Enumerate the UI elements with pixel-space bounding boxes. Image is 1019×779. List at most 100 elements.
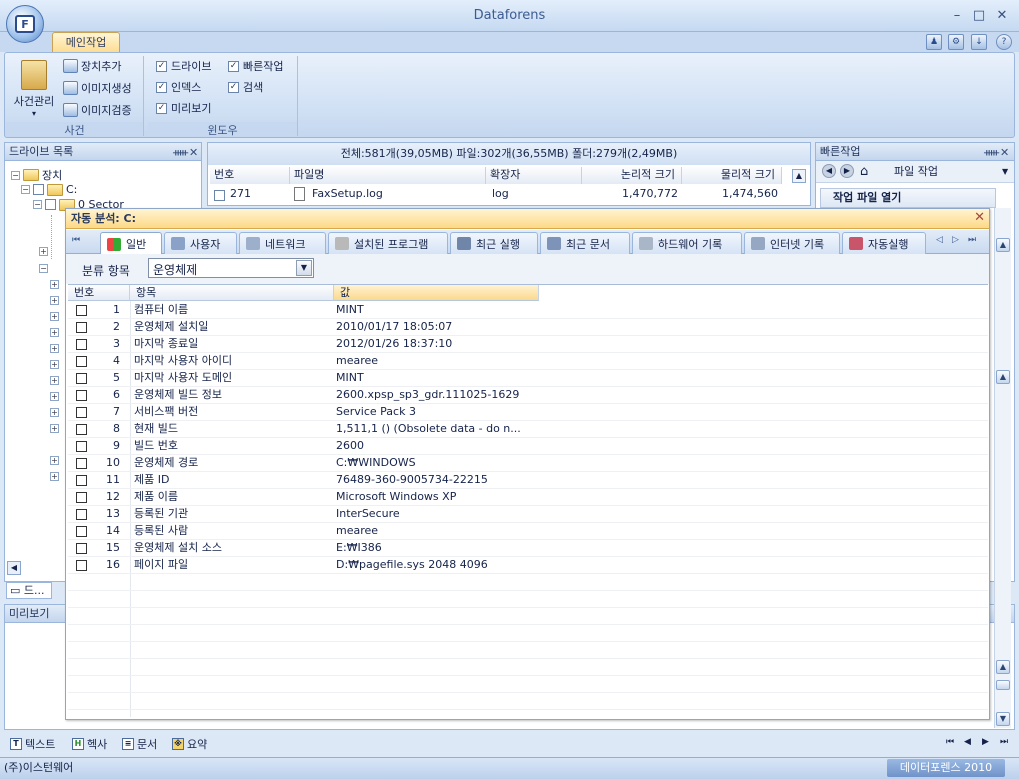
grid-row[interactable]: 12 제품 이름 Microsoft Windows XP xyxy=(68,489,988,506)
grid-row[interactable]: 8 현재 빌드 1,511,1 () (Obsolete data - do n..… xyxy=(68,421,988,438)
grid-row[interactable]: 7 서비스팩 버전 Service Pack 3 xyxy=(68,404,988,421)
row-checkbox[interactable] xyxy=(76,458,87,469)
dialog-close-icon[interactable]: ✕ xyxy=(974,210,985,225)
tree-node-device[interactable]: − 장치 xyxy=(11,167,62,183)
grid-row[interactable]: 6 운영체제 빌드 정보 2600.xpsp_sp3_gdr.111025-1629 xyxy=(68,387,988,404)
grid-row[interactable]: 10 운영체제 경로 C:₩WINDOWS xyxy=(68,455,988,472)
row-checkbox[interactable] xyxy=(76,407,87,418)
preview-checkbox[interactable]: ✓ 미리보기 xyxy=(156,99,211,117)
scroll-down-button[interactable]: ▼ xyxy=(996,712,1010,726)
chevron-down-icon[interactable]: ▼ xyxy=(1002,161,1008,182)
pin-icon[interactable]: ᚔ xyxy=(984,144,999,161)
scroll-up-button[interactable]: ▲ xyxy=(996,660,1010,674)
expand-icon[interactable]: + xyxy=(39,247,48,256)
tab-users[interactable]: 사용자 xyxy=(164,232,237,254)
tab-internet-history[interactable]: 인터넷 기록 xyxy=(744,232,840,254)
grid-row[interactable]: 1 컴퓨터 이름 MINT xyxy=(68,302,988,319)
expand-icon[interactable]: + xyxy=(50,296,59,305)
grid-row[interactable]: 3 마지막 종료일 2012/01/26 18:37:10 xyxy=(68,336,988,353)
chevron-down-icon[interactable]: ▼ xyxy=(296,260,312,276)
expand-icon[interactable]: + xyxy=(50,312,59,321)
row-checkbox[interactable] xyxy=(76,424,87,435)
quick-work-checkbox[interactable]: ✓ 빠른작업 xyxy=(228,57,283,75)
first-tab-icon[interactable]: ⏮ xyxy=(72,235,80,245)
grid-row[interactable]: 5 마지막 사용자 도메인 MINT xyxy=(68,370,988,387)
last-page-icon[interactable]: ⏭ xyxy=(1000,737,1008,747)
first-page-icon[interactable]: ⏮ xyxy=(946,737,954,747)
home-icon[interactable]: ⌂ xyxy=(860,161,868,182)
verify-image-button[interactable]: 이미지검증 xyxy=(63,101,132,119)
tab-hardware-history[interactable]: 하드웨어 기록 xyxy=(632,232,742,254)
tree-checkbox[interactable] xyxy=(33,184,44,195)
grid-row[interactable]: 4 마지막 사용자 아이디 mearee xyxy=(68,353,988,370)
index-checkbox[interactable]: ✓ 인덱스 xyxy=(156,78,201,96)
scroll-up-button[interactable]: ▲ xyxy=(792,169,806,183)
help-icon[interactable]: ? xyxy=(996,34,1012,50)
app-menu-button[interactable]: F xyxy=(6,5,44,43)
row-checkbox[interactable] xyxy=(76,373,87,384)
maximize-button[interactable]: □ xyxy=(970,7,988,25)
expand-icon[interactable]: + xyxy=(50,408,59,417)
next-page-icon[interactable]: ▶ xyxy=(982,737,989,747)
expand-icon[interactable]: + xyxy=(50,344,59,353)
row-checkbox[interactable] xyxy=(76,441,87,452)
tree-node-drive[interactable]: − C: xyxy=(21,183,77,196)
minimize-button[interactable]: – xyxy=(948,7,966,25)
settings-icon[interactable]: ⚙ xyxy=(948,34,964,50)
expand-icon[interactable]: + xyxy=(50,472,59,481)
next-tab-icon[interactable]: ▷ xyxy=(952,235,959,245)
row-checkbox[interactable] xyxy=(76,390,87,401)
column-filename[interactable]: 파일명 xyxy=(290,167,486,184)
download-icon[interactable]: ↓ xyxy=(971,34,987,50)
expand-icon[interactable]: + xyxy=(50,328,59,337)
row-checkbox[interactable] xyxy=(76,339,87,350)
row-checkbox[interactable] xyxy=(76,492,87,503)
close-icon[interactable]: ✕ xyxy=(189,144,198,161)
back-icon[interactable]: ◀ xyxy=(822,164,836,178)
expand-icon[interactable]: + xyxy=(50,456,59,465)
tab-general[interactable]: 일반 xyxy=(100,232,162,255)
tab-document[interactable]: ≡ 문서 xyxy=(122,735,157,752)
column-logical-size[interactable]: 논리적 크기 xyxy=(582,167,682,184)
expand-icon[interactable]: + xyxy=(50,360,59,369)
scroll-thumb[interactable] xyxy=(996,680,1010,690)
user-icon[interactable]: ♟ xyxy=(926,34,942,50)
row-checkbox[interactable] xyxy=(76,509,87,520)
tab-recent-run[interactable]: 최근 실행 xyxy=(450,232,538,254)
drive-checkbox[interactable]: ✓ 드라이브 xyxy=(156,57,211,75)
grid-row[interactable]: 2 운영체제 설치일 2010/01/17 18:05:07 xyxy=(68,319,988,336)
add-device-button[interactable]: 장치추가 xyxy=(63,57,121,75)
row-checkbox[interactable] xyxy=(76,475,87,486)
column-extension[interactable]: 확장자 xyxy=(486,167,582,184)
case-manage-button[interactable]: 사건관리 ▾ xyxy=(10,58,58,120)
grid-row[interactable]: 15 운영체제 설치 소스 E:₩I386 xyxy=(68,540,988,557)
row-checkbox[interactable] xyxy=(214,190,225,201)
quick-section-title[interactable]: 작업 파일 열기 xyxy=(820,188,996,208)
last-tab-icon[interactable]: ⏭ xyxy=(968,235,976,245)
vertical-scrollbar[interactable]: ▲ ▲ ▲ ▼ xyxy=(994,208,1011,728)
expand-icon[interactable]: + xyxy=(50,392,59,401)
tab-network[interactable]: 네트워크 xyxy=(239,232,326,254)
tab-hex[interactable]: H 헥사 xyxy=(72,735,107,752)
category-select[interactable]: 운영체제 ▼ xyxy=(148,258,314,278)
expand-icon[interactable]: + xyxy=(50,280,59,289)
search-checkbox[interactable]: ✓ 검색 xyxy=(228,78,263,96)
row-checkbox[interactable] xyxy=(76,305,87,316)
grid-row[interactable]: 13 등록된 기관 InterSecure xyxy=(68,506,988,523)
grid-row[interactable]: 16 페이지 파일 D:₩pagefile.sys 2048 4096 xyxy=(68,557,988,574)
grid-row[interactable]: 11 제품 ID 76489-360-9005734-22215 xyxy=(68,472,988,489)
close-button[interactable]: ✕ xyxy=(993,7,1011,25)
pin-icon[interactable]: ᚔ xyxy=(173,144,188,161)
row-checkbox[interactable] xyxy=(76,526,87,537)
grid-column-value[interactable]: 값 xyxy=(334,285,539,301)
row-checkbox[interactable] xyxy=(76,543,87,554)
grid-column-item[interactable]: 항목 xyxy=(130,285,334,301)
create-image-button[interactable]: 이미지생성 xyxy=(63,79,132,97)
tab-autorun[interactable]: 자동실행 xyxy=(842,232,926,254)
tab-text[interactable]: T 텍스트 xyxy=(10,735,55,752)
expand-icon[interactable]: + xyxy=(50,376,59,385)
prev-tab-icon[interactable]: ◁ xyxy=(936,235,943,245)
grid-row[interactable]: 14 등록된 사람 mearee xyxy=(68,523,988,540)
row-checkbox[interactable] xyxy=(76,356,87,367)
drive-bottom-tab[interactable]: ▭ 드... xyxy=(6,582,52,599)
